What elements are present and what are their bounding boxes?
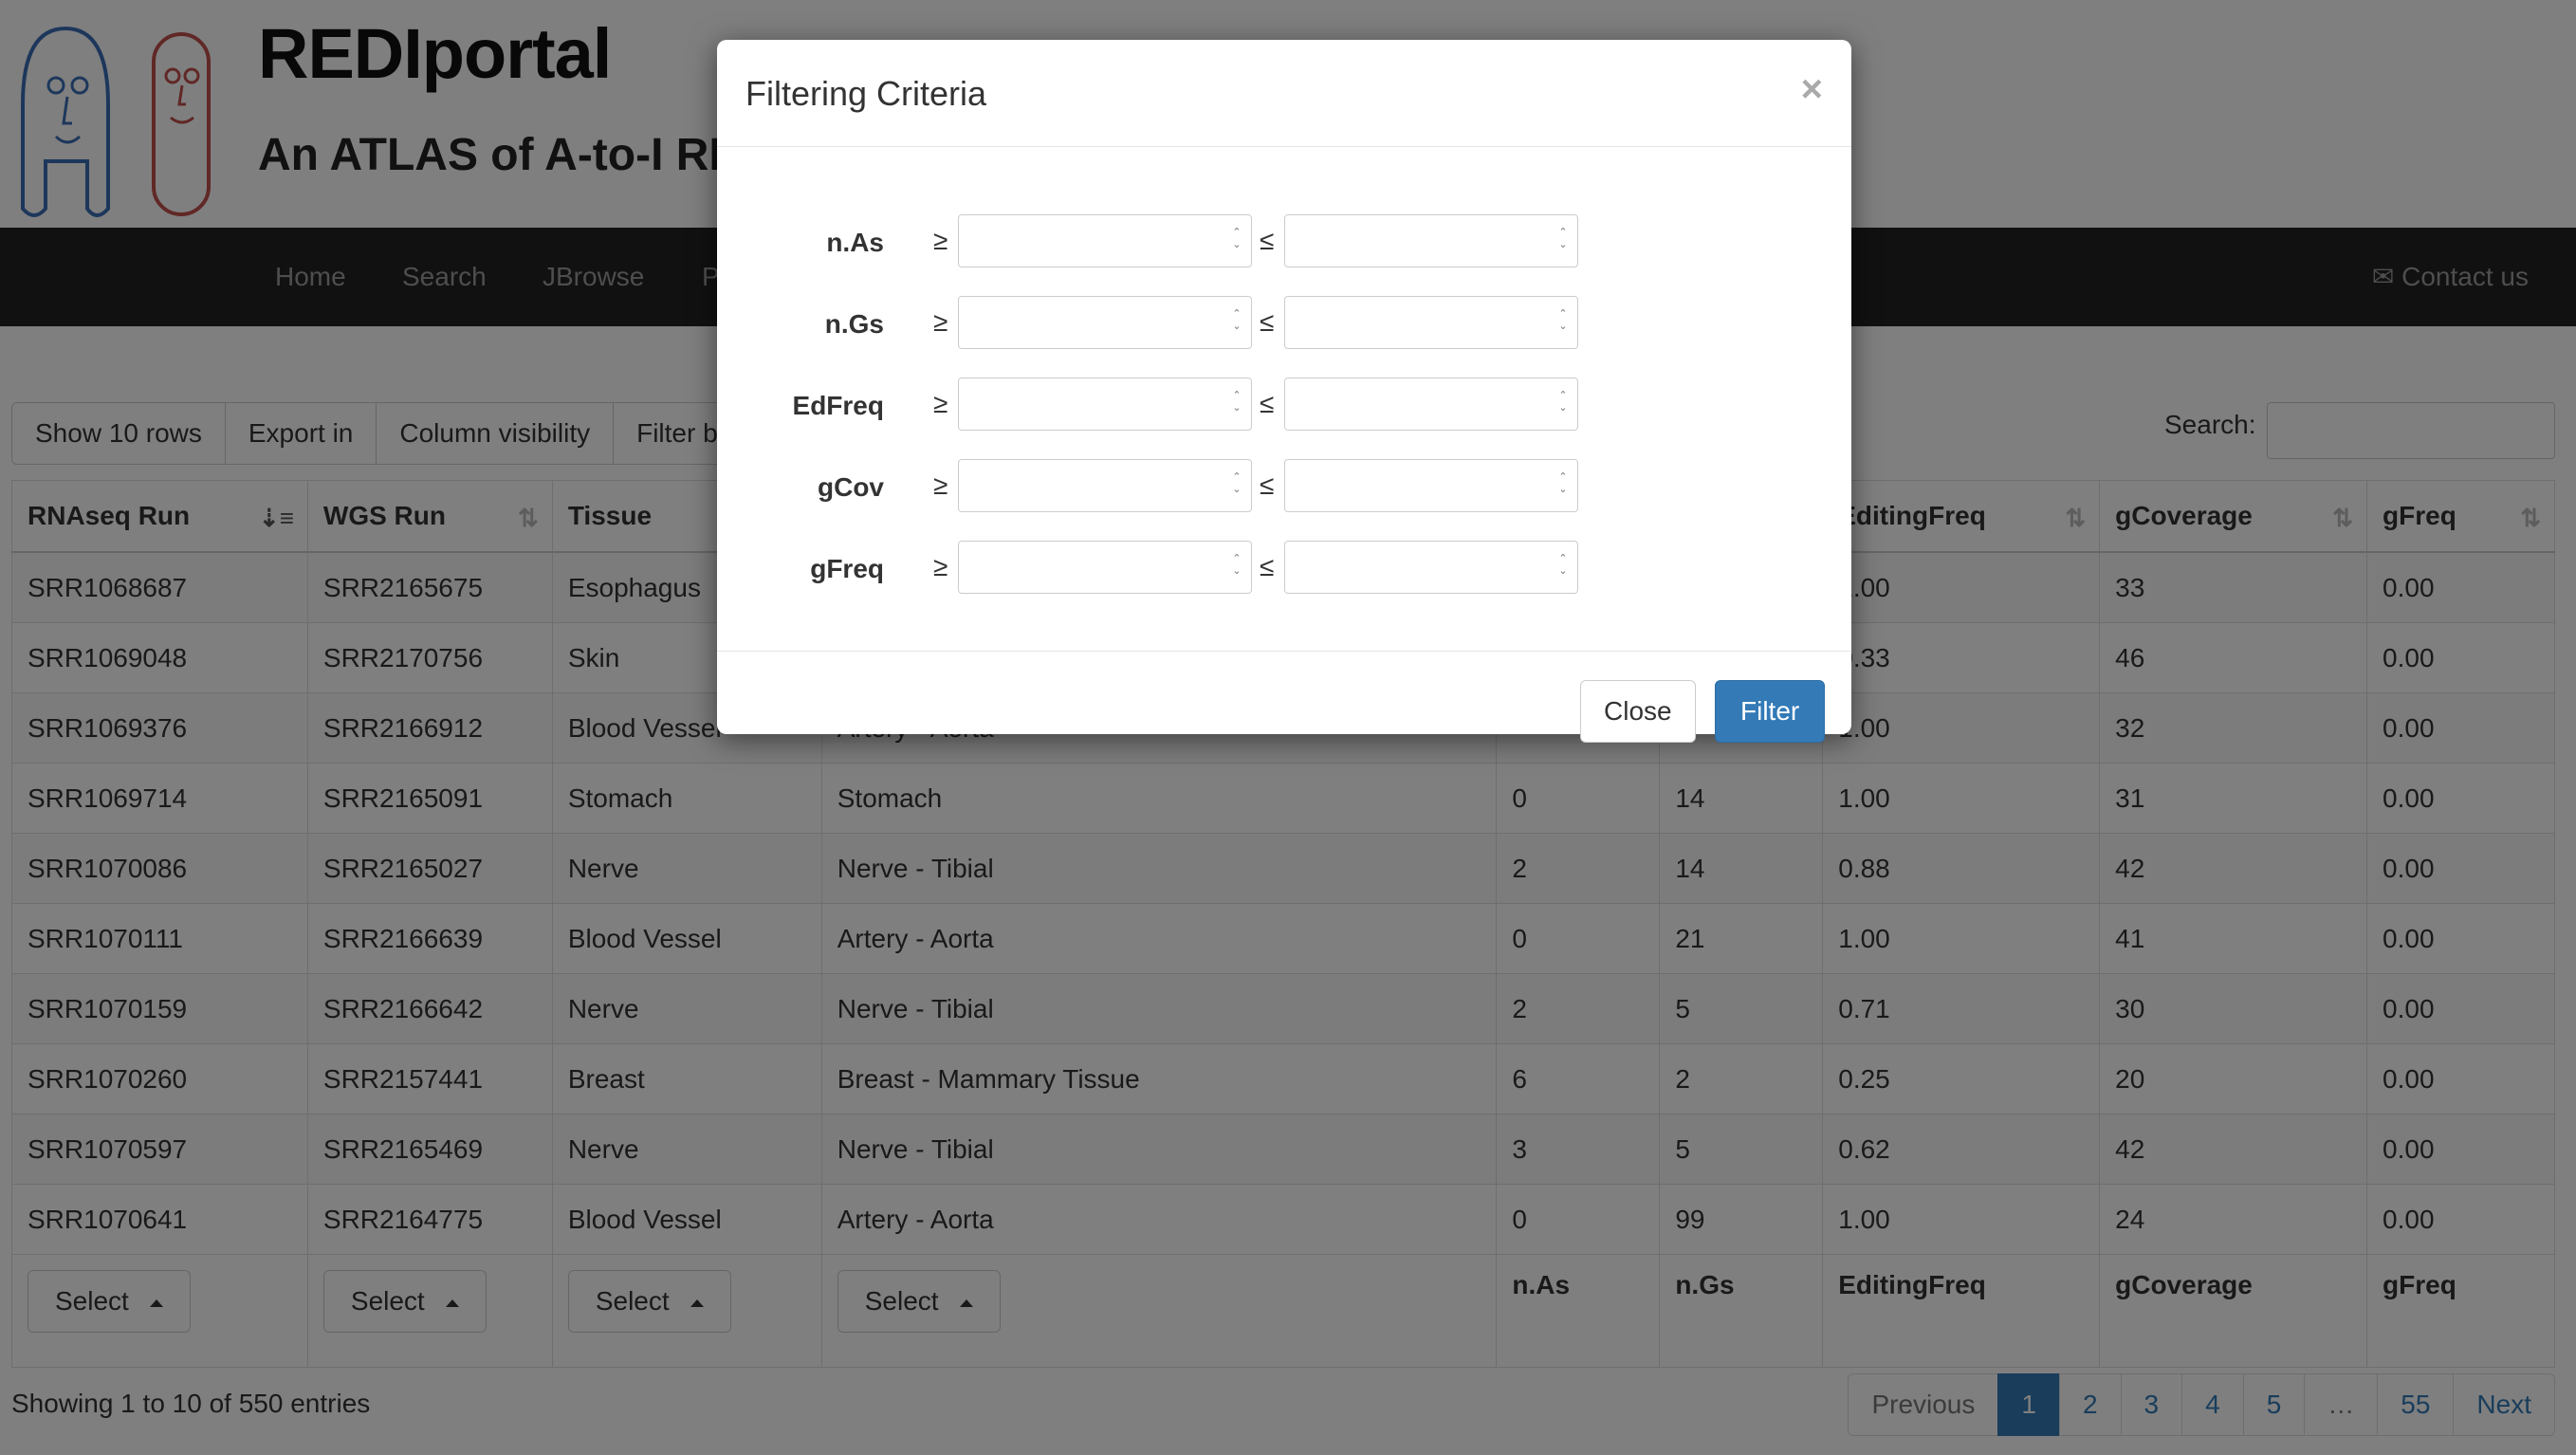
max-input-ngs[interactable]: ⌃ ⌄ xyxy=(1284,296,1578,349)
filter-label: gFreq xyxy=(810,554,884,583)
spinner-icon[interactable]: ⌃ ⌄ xyxy=(1232,471,1242,498)
modal-footer: Close Filter xyxy=(717,651,1851,743)
ge-symbol: ≥ xyxy=(933,552,948,581)
max-input-nas[interactable]: ⌃ ⌄ xyxy=(1284,214,1578,267)
spinner-icon[interactable]: ⌃ ⌄ xyxy=(1558,553,1568,580)
modal-header: Filtering Criteria × xyxy=(717,40,1851,147)
filter-label: EdFreq xyxy=(792,391,884,420)
min-input-gcov[interactable]: ⌃ ⌄ xyxy=(958,459,1252,512)
ge-symbol: ≥ xyxy=(933,389,948,418)
spinner-icon[interactable]: ⌃ ⌄ xyxy=(1558,390,1568,416)
filter-label: gCov xyxy=(818,472,884,502)
modal-body: n.As ≥ ⌃ ⌄ ≤ ⌃ ⌄ n.Gs ≥ ⌃ ⌄ ≤ ⌃ ⌄ EdFreq ≥ ⌃… xyxy=(717,146,1851,651)
filter-label: n.Gs xyxy=(824,309,884,339)
filtering-criteria-modal: Filtering Criteria × n.As ≥ ⌃ ⌄ ≤ ⌃ ⌄ n.Gs… xyxy=(717,40,1851,743)
close-icon[interactable]: × xyxy=(1801,68,1823,111)
spinner-icon[interactable]: ⌃ ⌄ xyxy=(1558,227,1568,253)
ge-symbol: ≥ xyxy=(933,226,948,255)
filter-button[interactable]: Filter xyxy=(1715,680,1826,743)
close-button[interactable]: Close xyxy=(1580,680,1696,743)
filter-label: n.As xyxy=(826,228,884,257)
spinner-icon[interactable]: ⌃ ⌄ xyxy=(1232,390,1242,416)
min-input-edfreq[interactable]: ⌃ ⌄ xyxy=(958,378,1252,431)
filter-row-nas: n.As ≥ ⌃ ⌄ ≤ ⌃ ⌄ xyxy=(717,214,1851,271)
spinner-icon[interactable]: ⌃ ⌄ xyxy=(1232,308,1242,335)
filter-row-gfreq: gFreq ≥ ⌃ ⌄ ≤ ⌃ ⌄ xyxy=(717,541,1851,598)
spinner-icon[interactable]: ⌃ ⌄ xyxy=(1232,553,1242,580)
min-input-nas[interactable]: ⌃ ⌄ xyxy=(958,214,1252,267)
ge-symbol: ≥ xyxy=(933,470,948,500)
filter-row-edfreq: EdFreq ≥ ⌃ ⌄ ≤ ⌃ ⌄ xyxy=(717,378,1851,434)
spinner-icon[interactable]: ⌃ ⌄ xyxy=(1558,471,1568,498)
max-input-gcov[interactable]: ⌃ ⌄ xyxy=(1284,459,1578,512)
spinner-icon[interactable]: ⌃ ⌄ xyxy=(1232,227,1242,253)
max-input-edfreq[interactable]: ⌃ ⌄ xyxy=(1284,378,1578,431)
ge-symbol: ≥ xyxy=(933,307,948,337)
max-input-gfreq[interactable]: ⌃ ⌄ xyxy=(1284,541,1578,594)
le-symbol: ≤ xyxy=(1260,389,1275,418)
le-symbol: ≤ xyxy=(1260,470,1275,500)
filter-row-gcov: gCov ≥ ⌃ ⌄ ≤ ⌃ ⌄ xyxy=(717,459,1851,516)
filter-row-ngs: n.Gs ≥ ⌃ ⌄ ≤ ⌃ ⌄ xyxy=(717,296,1851,353)
modal-title: Filtering Criteria xyxy=(745,74,987,113)
le-symbol: ≤ xyxy=(1260,307,1275,337)
spinner-icon[interactable]: ⌃ ⌄ xyxy=(1558,308,1568,335)
le-symbol: ≤ xyxy=(1260,226,1275,255)
le-symbol: ≤ xyxy=(1260,552,1275,581)
min-input-gfreq[interactable]: ⌃ ⌄ xyxy=(958,541,1252,594)
min-input-ngs[interactable]: ⌃ ⌄ xyxy=(958,296,1252,349)
